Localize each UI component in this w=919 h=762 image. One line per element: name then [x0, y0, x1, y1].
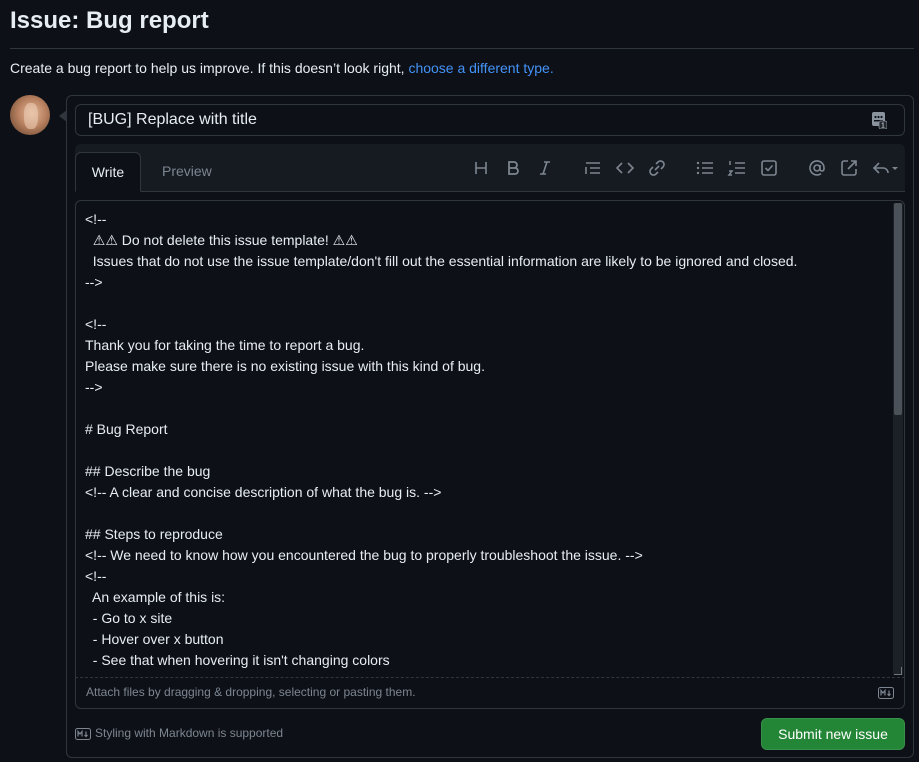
markdown-icon [75, 728, 91, 740]
title-divider [10, 48, 914, 49]
reference-icon[interactable] [839, 158, 859, 178]
editor-line: Please make sure there is no existing is… [85, 358, 485, 374]
editor-line: ⚠⚠ Do not delete this issue template! ⚠⚠ [85, 232, 358, 248]
editor-line: Issues that do not use the issue templat… [85, 253, 798, 269]
markdown-support-text: Styling with Markdown is supported [95, 726, 284, 740]
submit-new-issue-button[interactable]: Submit new issue [761, 718, 905, 750]
issue-body-text: <!-- ⚠⚠ Do not delete this issue templat… [85, 209, 797, 671]
code-icon[interactable] [615, 158, 635, 178]
editor-line: - Go to x site [85, 610, 173, 626]
editor-line: - See that when hovering it isn't changi… [85, 652, 390, 668]
issue-body-textarea[interactable]: <!-- ⚠⚠ Do not delete this issue templat… [75, 200, 905, 678]
password-manager-icon[interactable]: 1 [871, 111, 887, 129]
italic-icon[interactable] [535, 158, 555, 178]
page-subtitle: Create a bug report to help us improve. … [10, 59, 554, 77]
issue-title-input[interactable] [75, 104, 905, 136]
mention-icon[interactable] [807, 158, 827, 178]
editor-line: --> [85, 274, 103, 290]
svg-text:1: 1 [881, 123, 885, 130]
editor-line: --> [85, 379, 103, 395]
scrollbar-thumb[interactable] [894, 203, 902, 415]
editor-line: - Hover over x button [85, 631, 224, 647]
editor-line: # Bug Report [85, 421, 168, 437]
editor-line: ## Describe the bug [85, 463, 211, 479]
markdown-icon [878, 687, 894, 699]
markdown-support-note[interactable]: Styling with Markdown is supported [75, 725, 283, 741]
editor-tabbar: Write Preview [75, 144, 905, 192]
tab-write[interactable]: Write [75, 152, 141, 192]
attach-files-bar[interactable]: Attach files by dragging & dropping, sel… [75, 678, 905, 709]
editor-line: ## Steps to reproduce [85, 526, 223, 542]
attach-files-text: Attach files by dragging & dropping, sel… [86, 685, 416, 699]
tab-preview[interactable]: Preview [146, 152, 228, 192]
avatar[interactable] [10, 95, 50, 135]
task-list-icon[interactable] [759, 158, 779, 178]
ordered-list-icon[interactable] [727, 158, 747, 178]
editor-line: Thank you for taking the time to report … [85, 337, 365, 353]
heading-icon[interactable] [471, 158, 491, 178]
page-title: Issue: Bug report [10, 7, 209, 34]
editor-line: <!-- We need to know how you encountered… [85, 547, 643, 563]
editor-line: <!-- [85, 316, 107, 332]
saved-replies-icon[interactable] [871, 158, 901, 178]
subtitle-text: Create a bug report to help us improve. … [10, 60, 409, 76]
editor-line: An example of this is: [85, 589, 226, 605]
quote-icon[interactable] [583, 158, 603, 178]
editor-scrollbar[interactable] [893, 203, 903, 675]
editor-line: <!-- [85, 568, 107, 584]
editor-line: <!-- A clear and concise description of … [85, 484, 442, 500]
bold-icon[interactable] [503, 158, 523, 178]
resize-handle[interactable] [894, 667, 902, 675]
unordered-list-icon[interactable] [695, 158, 715, 178]
editor-line: <!-- [85, 211, 107, 227]
link-icon[interactable] [647, 158, 667, 178]
choose-different-type-link[interactable]: choose a different type. [408, 60, 553, 76]
